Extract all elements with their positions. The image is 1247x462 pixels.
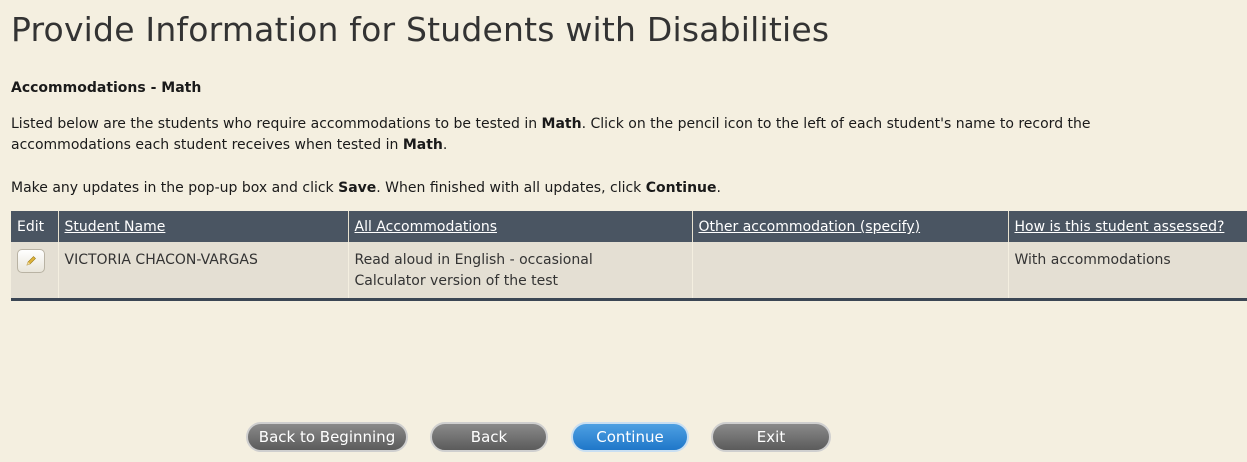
accommodations-table-container: Edit Student Name All Accommodations Oth… xyxy=(11,211,1247,301)
column-header-other-accommodation[interactable]: Other accommodation (specify) xyxy=(692,211,1009,242)
accommodations-table: Edit Student Name All Accommodations Oth… xyxy=(11,211,1247,301)
instructions-paragraph: Listed below are the students who requir… xyxy=(11,114,1131,156)
sort-link-other-accommodation[interactable]: Other accommodation (specify) xyxy=(699,219,921,235)
back-to-beginning-button[interactable]: Back to Beginning xyxy=(246,422,408,452)
text-run: . xyxy=(716,180,721,196)
table-header-row: Edit Student Name All Accommodations Oth… xyxy=(11,211,1247,242)
column-header-all-accommodations[interactable]: All Accommodations xyxy=(348,211,693,242)
back-button[interactable]: Back xyxy=(430,422,548,452)
emphasis-text: Math xyxy=(402,137,443,153)
edit-cell xyxy=(11,242,59,300)
pencil-icon xyxy=(26,256,36,266)
sort-link-all-accommodations[interactable]: All Accommodations xyxy=(355,219,498,235)
assessed-cell: With accommodations xyxy=(1014,252,1171,268)
all-accommodations-cell: Read aloud in English - occasional Calcu… xyxy=(348,242,693,300)
student-name-cell: VICTORIA CHACON-VARGAS xyxy=(58,242,349,300)
emphasis-text: Save xyxy=(338,180,377,196)
sort-link-student-name[interactable]: Student Name xyxy=(65,219,166,235)
text-run: . When finished with all updates, click xyxy=(376,180,646,196)
exit-button[interactable]: Exit xyxy=(711,422,831,452)
sort-link-assessed[interactable]: How is this student assessed? xyxy=(1015,219,1225,235)
page-title: Provide Information for Students with Di… xyxy=(11,10,830,49)
update-instructions-paragraph: Make any updates in the pop-up box and c… xyxy=(11,178,1131,199)
text-run: Listed below are the students who requir… xyxy=(11,116,542,132)
navigation-buttons: Back to Beginning Back Continue Exit xyxy=(246,422,846,454)
accommodation-item: Read aloud in English - occasional xyxy=(354,252,593,268)
text-run: . xyxy=(442,137,448,153)
section-subheading: Accommodations - Math xyxy=(11,80,202,96)
edit-button[interactable] xyxy=(17,249,45,273)
column-header-student-name[interactable]: Student Name xyxy=(58,211,349,242)
emphasis-text: Continue xyxy=(645,180,717,196)
table-row: VICTORIA CHACON-VARGAS Read aloud in Eng… xyxy=(11,242,1247,300)
continue-button[interactable]: Continue xyxy=(571,422,689,452)
other-accommodation-cell xyxy=(692,242,1009,300)
column-header-edit: Edit xyxy=(11,211,59,242)
accommodation-item: Calculator version of the test xyxy=(354,273,559,289)
column-header-assessed[interactable]: How is this student assessed? xyxy=(1008,211,1247,242)
text-run: Make any updates in the pop-up box and c… xyxy=(11,180,339,196)
emphasis-text: Math xyxy=(541,116,582,132)
